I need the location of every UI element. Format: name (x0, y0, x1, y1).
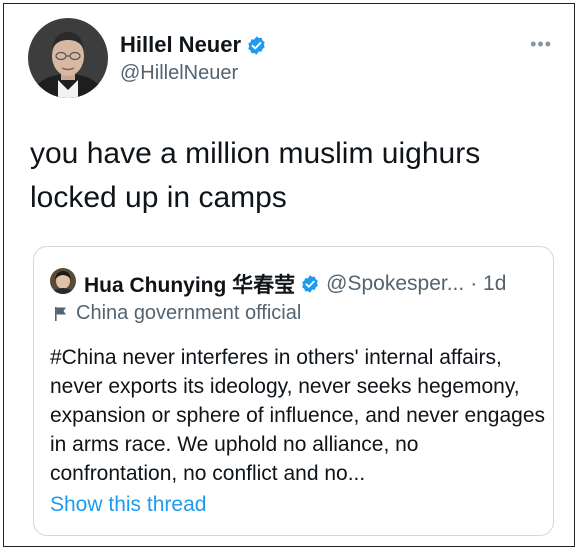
quoted-author-avatar[interactable] (50, 268, 76, 294)
quoted-header: Hua Chunying 华春莹 @Spokesper... · 1d (84, 269, 506, 299)
quoted-author-handle[interactable]: @Spokesper... (326, 272, 464, 296)
author-name-row: Hillel Neuer (120, 32, 267, 58)
author-handle[interactable]: @HillelNeuer (120, 62, 238, 85)
verified-badge-icon (248, 35, 265, 55)
show-thread-link[interactable]: Show this thread (50, 493, 206, 517)
quoted-tweet[interactable]: Hua Chunying 华春莹 @Spokesper... · 1d Chin… (33, 246, 554, 536)
verified-badge-icon (302, 275, 319, 293)
quoted-text: #China never interferes in others' inter… (50, 346, 546, 485)
quoted-author-name[interactable]: Hua Chunying 华春莹 (84, 269, 295, 299)
tweet-text: you have a million muslim uighurs locked… (30, 137, 481, 214)
government-label[interactable]: China government official (54, 302, 301, 325)
tweet-card: Hillel Neuer @HillelNeuer ••• you have a… (3, 3, 575, 547)
more-horizontal-icon[interactable]: ••• (530, 34, 552, 55)
flag-icon (55, 306, 66, 321)
author-avatar[interactable] (28, 18, 108, 98)
government-label-text: China government official (76, 302, 302, 324)
quoted-timestamp[interactable]: · 1d (470, 272, 506, 296)
author-name[interactable]: Hillel Neuer (120, 32, 241, 58)
